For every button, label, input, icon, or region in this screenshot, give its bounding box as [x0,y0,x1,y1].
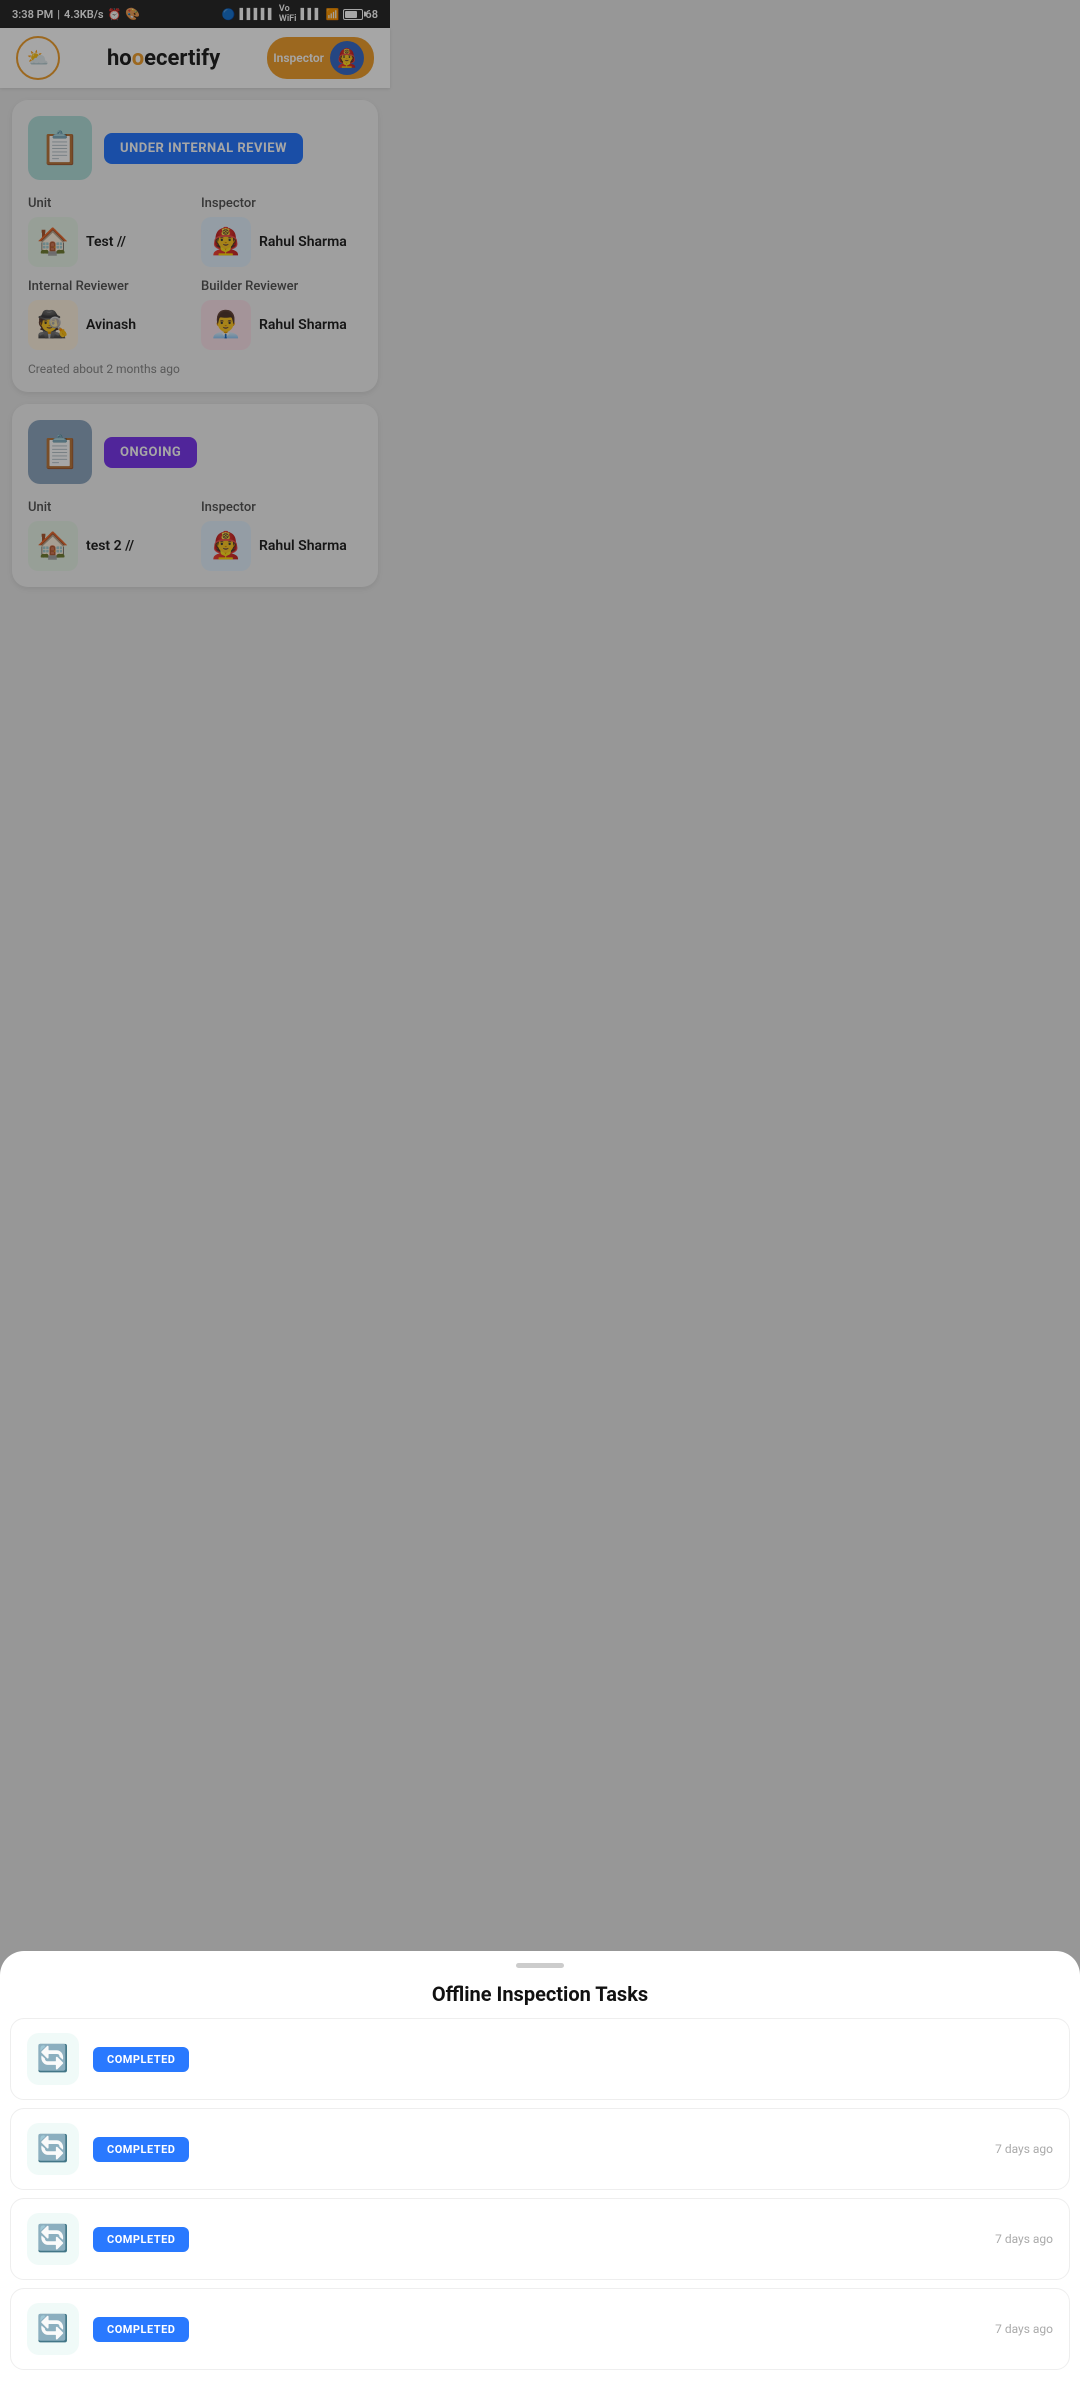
task-3-right: 7 days ago [995,2232,1053,2246]
task-1-icon: 🔄 [27,2033,79,2085]
task-item-3[interactable]: 🔄 COMPLETED 7 days ago [10,2198,1070,2280]
task-2-right: 7 days ago [995,2142,1053,2156]
task-4-timestamp: 7 days ago [995,2322,1053,2336]
task-2-timestamp: 7 days ago [995,2142,1053,2156]
task-1-left: 🔄 COMPLETED [27,2033,189,2085]
task-3-left: 🔄 COMPLETED [27,2213,189,2265]
task-4-status-badge: COMPLETED [93,2317,189,2342]
task-4-left: 🔄 COMPLETED [27,2303,189,2355]
task-4-icon: 🔄 [27,2303,79,2355]
task-4-right: 7 days ago [995,2322,1053,2336]
bottom-sheet: Offline Inspection Tasks 🔄 COMPLETED 🔄 C… [0,1951,1080,2400]
task-2-left: 🔄 COMPLETED [27,2123,189,2175]
task-3-icon: 🔄 [27,2213,79,2265]
task-item-2[interactable]: 🔄 COMPLETED 7 days ago [10,2108,1070,2190]
bottom-sheet-handle[interactable] [516,1963,564,1968]
task-item-4[interactable]: 🔄 COMPLETED 7 days ago [10,2288,1070,2370]
task-2-icon: 🔄 [27,2123,79,2175]
task-3-status-badge: COMPLETED [93,2227,189,2252]
task-3-timestamp: 7 days ago [995,2232,1053,2246]
bottom-sheet-title: Offline Inspection Tasks [0,1974,1080,2018]
task-1-status-badge: COMPLETED [93,2047,189,2072]
task-2-status-badge: COMPLETED [93,2137,189,2162]
task-list: 🔄 COMPLETED 🔄 COMPLETED 7 days ago [0,2018,1080,2376]
task-item-1[interactable]: 🔄 COMPLETED [10,2018,1070,2100]
